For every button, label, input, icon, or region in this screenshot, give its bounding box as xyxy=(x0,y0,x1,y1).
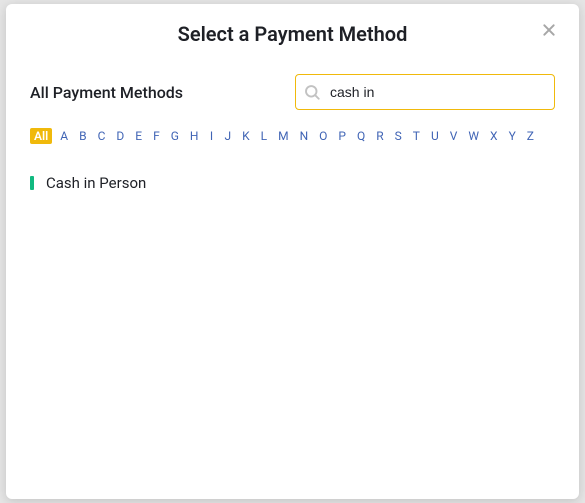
alpha-filter-y[interactable]: Y xyxy=(506,128,519,144)
alpha-filter-u[interactable]: U xyxy=(428,128,442,144)
alpha-filter-w[interactable]: W xyxy=(465,128,482,144)
alpha-filter-r[interactable]: R xyxy=(373,128,386,144)
search-input[interactable] xyxy=(295,74,555,110)
alpha-filter-j[interactable]: J xyxy=(221,128,234,144)
results-list: Cash in Person xyxy=(6,150,579,216)
search-wrap xyxy=(295,74,555,110)
alpha-filter-o[interactable]: O xyxy=(316,128,330,144)
alpha-filter-b[interactable]: B xyxy=(76,128,89,144)
alpha-filter-p[interactable]: P xyxy=(335,128,349,144)
payment-method-modal: Select a Payment Method All Payment Meth… xyxy=(6,4,579,499)
alpha-filter-k[interactable]: K xyxy=(239,128,253,144)
item-accent xyxy=(30,176,34,190)
close-button[interactable] xyxy=(537,20,561,44)
alpha-filter-t[interactable]: T xyxy=(410,128,423,144)
alpha-filter-e[interactable]: E xyxy=(132,128,145,144)
alpha-filter-s[interactable]: S xyxy=(392,128,405,144)
filter-subtitle: All Payment Methods xyxy=(30,83,183,102)
alpha-filter-h[interactable]: H xyxy=(187,128,202,144)
close-icon xyxy=(541,22,557,42)
alpha-filter-i[interactable]: I xyxy=(206,128,216,144)
modal-header: Select a Payment Method xyxy=(6,4,579,56)
alpha-filter-x[interactable]: X xyxy=(487,128,501,144)
modal-title: Select a Payment Method xyxy=(26,22,559,46)
payment-method-item[interactable]: Cash in Person xyxy=(30,168,555,198)
alpha-filter-c[interactable]: C xyxy=(95,128,109,144)
alpha-filter-v[interactable]: V xyxy=(447,128,461,144)
alpha-filter-g[interactable]: G xyxy=(168,128,182,144)
filter-row: All Payment Methods xyxy=(6,56,579,118)
alphabet-filter: All ABCDEFGHIJKLMNOPQRSTUVWXYZ xyxy=(6,118,579,150)
alpha-filter-f[interactable]: F xyxy=(150,128,163,144)
item-label: Cash in Person xyxy=(46,174,146,192)
alpha-filter-a[interactable]: A xyxy=(57,128,71,144)
alpha-filter-all[interactable]: All xyxy=(30,128,52,144)
alpha-filter-m[interactable]: M xyxy=(275,128,291,144)
alpha-filter-l[interactable]: L xyxy=(258,128,270,144)
alpha-filter-z[interactable]: Z xyxy=(524,128,537,144)
alpha-filter-d[interactable]: D xyxy=(113,128,127,144)
alpha-filter-n[interactable]: N xyxy=(297,128,312,144)
alpha-filter-q[interactable]: Q xyxy=(354,128,368,144)
